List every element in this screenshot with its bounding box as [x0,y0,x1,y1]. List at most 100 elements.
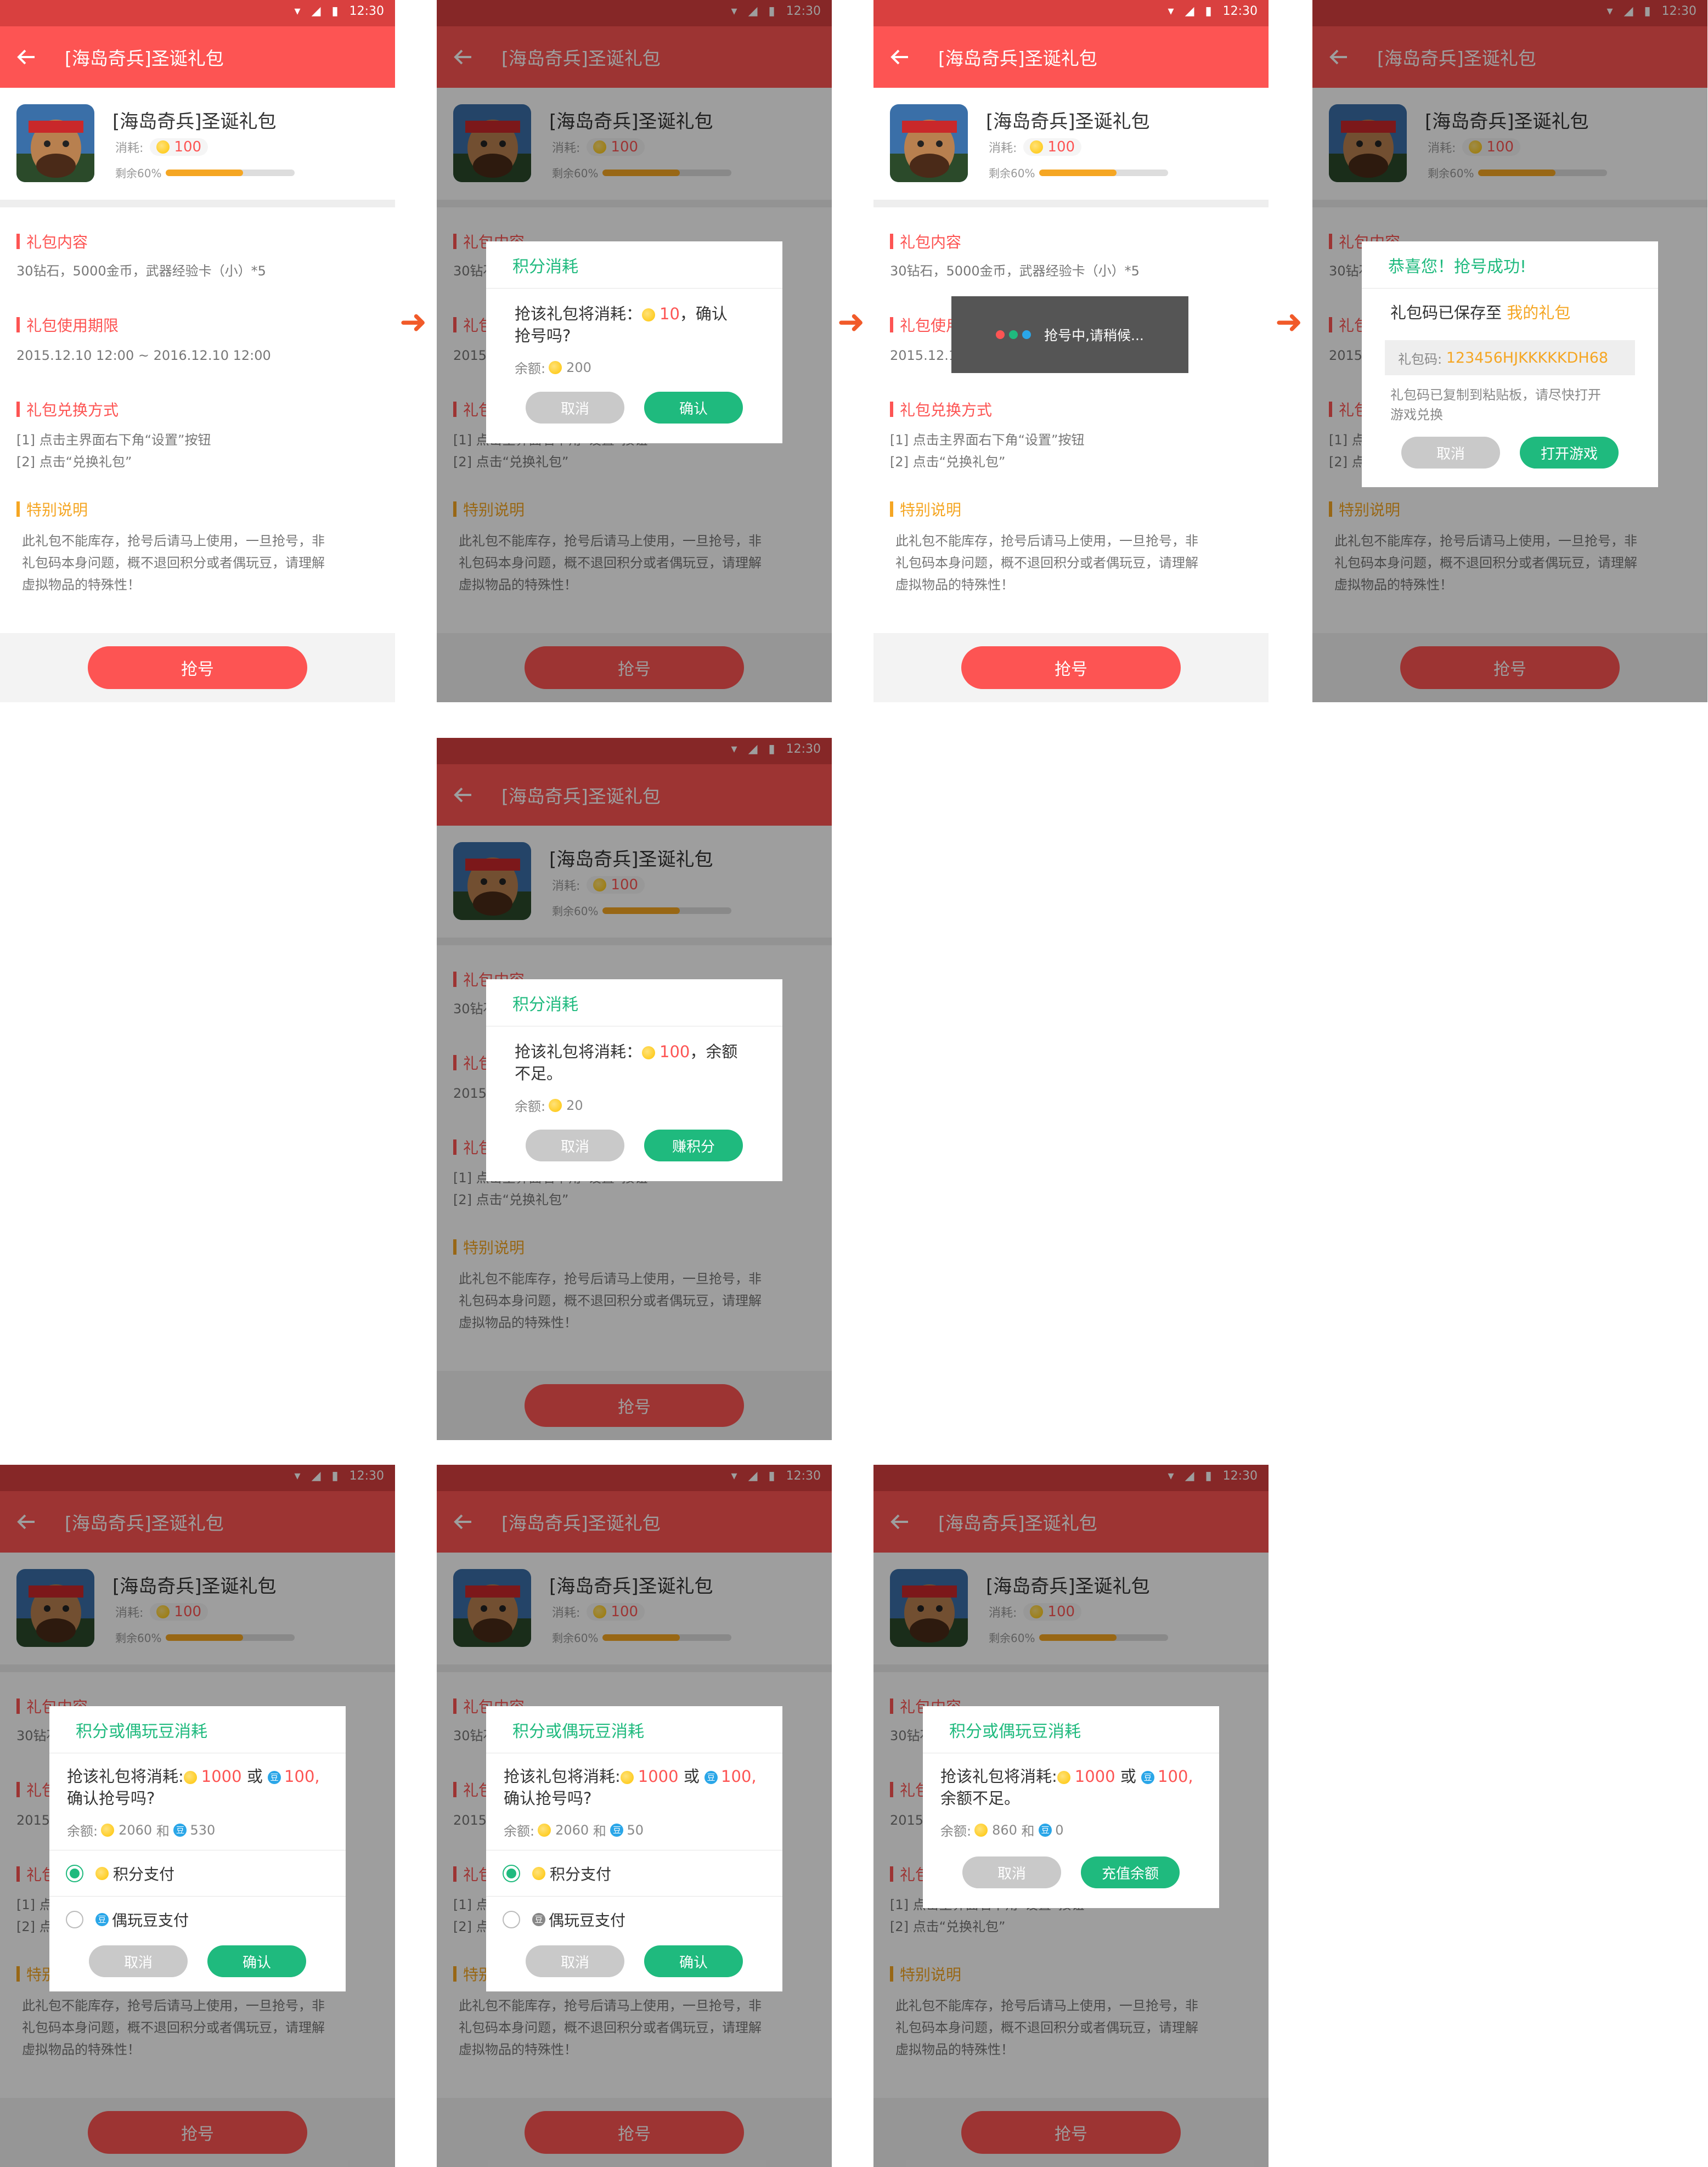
cancel-button[interactable]: 取消 [526,1130,624,1161]
or-text: 或 [1120,1767,1136,1786]
game-icon [890,104,968,182]
grab-button[interactable]: 抢号 [88,646,307,689]
flow-arrow-1-icon: ➜ [399,303,427,341]
coin-icon [1030,140,1044,154]
message-cost: 10 [659,304,680,323]
option-points-pay[interactable]: 积分支付 [49,1850,346,1896]
points-balance: 2060 [555,1822,589,1838]
dialog-title: 积分或偶玩豆消耗 [923,1706,1219,1753]
bean-icon: 豆 [268,1771,281,1784]
message-line-2: 余额不足。 [940,1789,1021,1808]
status-bar: ▾ ◢ ▮ 12:30 [873,0,1269,26]
coin-icon [538,1823,551,1837]
balance-label: 余额: [504,1824,535,1839]
radio-checked-icon[interactable] [66,1864,83,1882]
back-button[interactable] [15,46,37,68]
dialog-title: 积分消耗 [486,241,782,289]
content-title: 礼包内容 [890,230,961,252]
bean-icon: 豆 [173,1823,187,1837]
radio-unchecked-icon[interactable] [66,1910,83,1928]
screen-grabbing: ▾ ◢ ▮ 12:30 [海岛奇兵]圣诞礼包 [海岛奇兵]圣诞礼包 消耗: 10… [873,0,1269,702]
option-beans-pay[interactable]: 豆偶玩豆支付 [49,1896,346,1942]
remain-progress-fill [1039,169,1117,176]
my-gifts-link[interactable]: 我的礼包 [1507,303,1570,322]
bean-icon: 豆 [532,1912,545,1926]
success-dialog: 恭喜您！抢号成功! 礼包码已保存至 我的礼包 礼包码: 123456HJKKKK… [1362,241,1658,487]
option-points-pay[interactable]: 积分支付 [486,1850,782,1896]
bean-icon: 豆 [95,1912,109,1926]
back-button[interactable] [889,46,911,68]
cancel-button[interactable]: 取消 [526,1945,624,1977]
bottom-bar: 抢号 [873,633,1269,702]
bean-balance: 530 [190,1822,216,1838]
coin-icon [974,1823,988,1837]
confirm-button[interactable]: 确认 [644,1945,743,1977]
loading-toast: 抢号中,请稍候... [951,296,1188,373]
dialog-message: 抢该礼包将消耗: 1000 或 豆 100, 余额不足。 [940,1765,1204,1809]
bottom-bar: 抢号 [0,633,395,702]
dialog-title: 恭喜您！抢号成功! [1362,241,1658,289]
message-suffix: ，确认 [679,304,728,323]
loading-dots-icon [996,330,1031,339]
balance-value: 200 [566,359,591,375]
remain-label: 剩余60% [989,167,1035,180]
bean-icon: 豆 [704,1771,718,1784]
tip-line-1: 礼包码已复制到粘贴板，请尽快打开 [1390,387,1601,403]
message-prefix: 抢该礼包将消耗: [940,1767,1057,1786]
cancel-button[interactable]: 取消 [89,1945,188,1977]
coin-icon [101,1823,115,1837]
screen-grab-success: ▾ ◢ ▮ 12:30 [海岛奇兵]圣诞礼包 [海岛奇兵]圣诞礼包 消耗: 10… [1312,0,1707,702]
flow-arrow-2-icon: ➜ [837,303,865,341]
cost-row: 消耗: 100 [989,138,1082,156]
balance-label: 余额: [940,1824,972,1839]
grab-button[interactable]: 抢号 [961,646,1181,689]
cost-value: 100 [174,139,202,155]
radio-checked-icon[interactable] [503,1864,520,1882]
battery-icon: ▮ [1205,4,1212,18]
message-line-2: 确认抢号吗? [67,1789,155,1808]
option-beans-pay[interactable]: 豆偶玩豆支付 [486,1896,782,1942]
coin-icon [183,1771,197,1784]
page-title: [海岛奇兵]圣诞礼包 [65,48,224,69]
cancel-button[interactable]: 取消 [1401,437,1500,469]
gift-header: [海岛奇兵]圣诞礼包 消耗: 100 剩余60% [873,88,1269,207]
recharge-button[interactable]: 充值余额 [1081,1856,1180,1888]
gift-header: [海岛奇兵]圣诞礼包 消耗: 100 剩余60% [0,88,395,207]
message-line-2: 不足。 [515,1064,563,1083]
note-line-3: 虚拟物品的特殊性！ [895,577,1014,592]
gift-code-box[interactable]: 礼包码: 123456HJKKKKKDH68 [1385,340,1635,375]
dialog-title: 积分或偶玩豆消耗 [486,1706,782,1753]
bean-cost: 100, [721,1767,757,1786]
dialog-title: 积分消耗 [486,979,782,1026]
coin-icon [549,1098,562,1112]
note-title: 特别说明 [890,498,961,520]
dialog-title: 积分或偶玩豆消耗 [49,1706,346,1753]
dialog-message: 抢该礼包将消耗： 100，余额 不足。 [515,1041,767,1085]
remain-progress-bar [166,169,295,176]
option-points-label: 积分支付 [113,1865,175,1883]
open-game-button[interactable]: 打开游戏 [1520,437,1619,469]
earn-points-button[interactable]: 赚积分 [644,1130,743,1161]
points-balance: 2060 [119,1822,153,1838]
confirm-button[interactable]: 确认 [644,392,743,424]
radio-unchecked-icon[interactable] [503,1910,520,1928]
message-line-2: 抢号吗? [515,326,571,345]
cancel-button[interactable]: 取消 [526,392,624,424]
balance-label: 余额: [515,361,546,376]
and-text: 和 [1021,1824,1035,1839]
redeem-title: 礼包兑换方式 [890,398,992,420]
confirm-button[interactable]: 确认 [207,1945,306,1977]
code-label: 礼包码: [1398,351,1442,367]
cancel-button[interactable]: 取消 [962,1856,1061,1888]
note-line-3: 虚拟物品的特殊性！ [22,577,140,592]
message-suffix: ，余额 [690,1042,738,1061]
message-prefix: 抢该礼包将消耗： [515,1042,642,1061]
coin-icon [95,1866,109,1880]
dialog-message: 抢该礼包将消耗: 1000 或 豆 100, 确认抢号吗? [67,1765,330,1809]
period-text: 2015.12.10 12:00 ~ 2016.12.10 12:00 [16,348,271,363]
option-beans-label: 偶玩豆支付 [112,1911,189,1929]
balance-label: 余额: [515,1099,546,1114]
coin-icon [156,140,170,154]
flow-arrow-3-icon: ➜ [1275,303,1303,341]
cost-value: 100 [1047,139,1075,155]
